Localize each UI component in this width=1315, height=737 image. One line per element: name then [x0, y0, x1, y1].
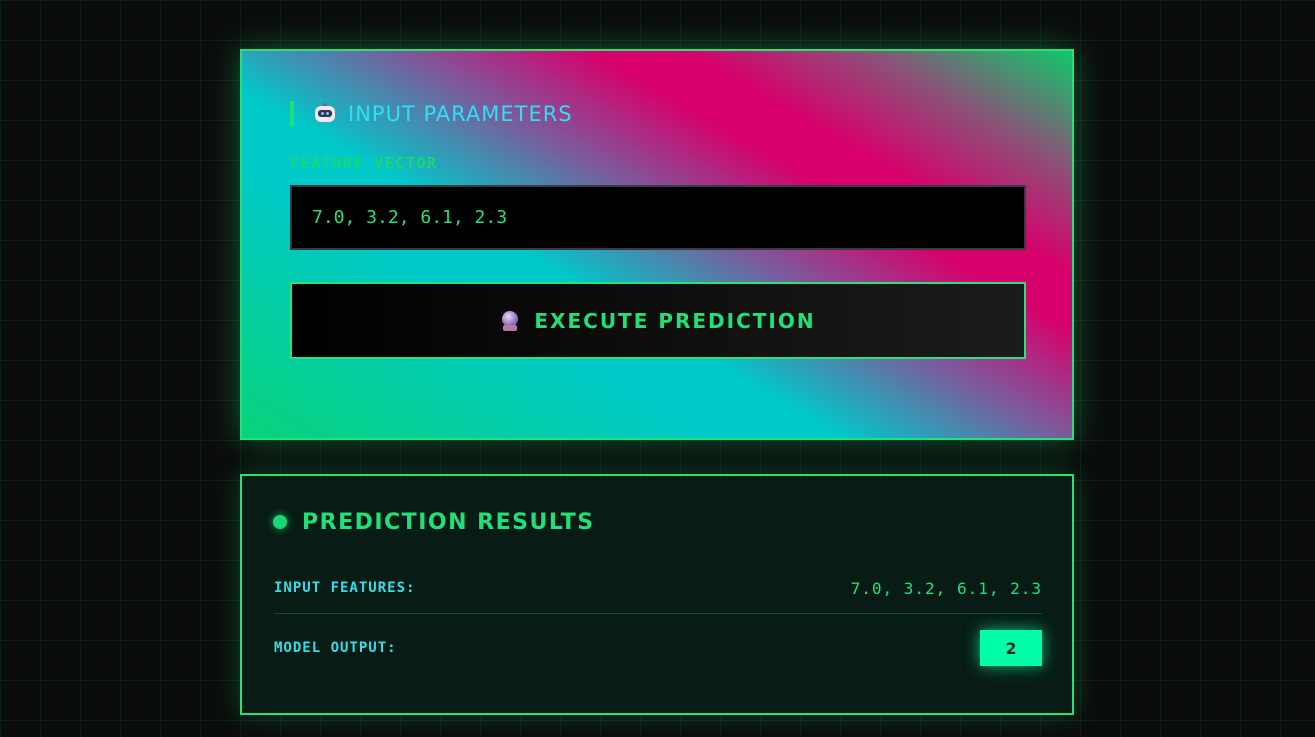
model-output-row: MODEL OUTPUT: 2: [274, 630, 1042, 666]
model-output-value: 2: [1005, 638, 1017, 658]
execute-prediction-label: EXECUTE PREDICTION: [534, 308, 816, 333]
input-parameters-panel: INPUT PARAMETERS FEATURE VECTOR EXECUTE …: [240, 49, 1074, 440]
input-parameters-header: INPUT PARAMETERS: [290, 101, 573, 127]
input-features-row: INPUT FEATURES: 7.0, 3.2, 6.1, 2.3: [274, 576, 1042, 600]
prediction-results-panel: PREDICTION RESULTS INPUT FEATURES: 7.0, …: [240, 474, 1074, 715]
model-output-label: MODEL OUTPUT:: [274, 640, 397, 656]
input-features-value: 7.0, 3.2, 6.1, 2.3: [850, 578, 1042, 598]
row-divider: [274, 613, 1042, 614]
robot-icon: [314, 103, 336, 125]
execute-prediction-button[interactable]: EXECUTE PREDICTION: [290, 282, 1026, 359]
feature-vector-label: FEATURE VECTOR: [290, 154, 438, 172]
prediction-results-title: PREDICTION RESULTS: [302, 510, 595, 535]
input-features-label: INPUT FEATURES:: [274, 580, 416, 596]
input-parameters-title: INPUT PARAMETERS: [348, 102, 573, 126]
status-dot-icon: [273, 515, 287, 529]
feature-vector-input[interactable]: [290, 185, 1026, 250]
crystal-ball-icon: [500, 310, 520, 331]
model-output-badge: 2: [980, 630, 1042, 666]
